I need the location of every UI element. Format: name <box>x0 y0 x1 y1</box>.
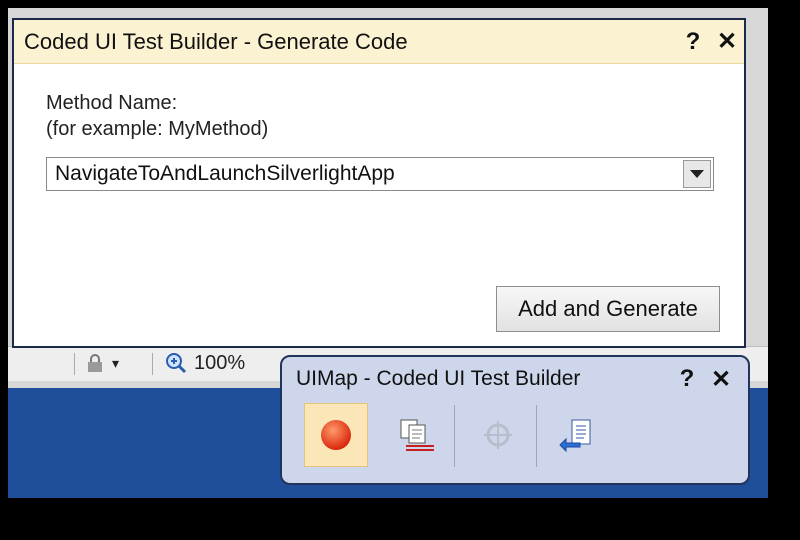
method-name-label: Method Name: <box>46 92 178 114</box>
add-and-generate-button[interactable]: Add and Generate <box>496 286 720 332</box>
status-separator <box>74 353 75 375</box>
record-icon <box>321 420 351 450</box>
zoom-control[interactable]: 100% <box>164 351 245 375</box>
zoom-magnifier-icon <box>166 353 187 374</box>
toolbar-separator <box>536 405 537 467</box>
method-name-combobox[interactable]: NavigateToAndLaunchSilverlightApp <box>46 157 714 191</box>
show-recorded-steps-icon <box>400 419 434 451</box>
status-separator <box>152 353 153 375</box>
method-name-input[interactable]: NavigateToAndLaunchSilverlightApp <box>55 162 395 186</box>
toolbar-close-button[interactable]: ✕ <box>704 365 738 394</box>
add-assertion-button[interactable] <box>466 403 530 467</box>
lock-icon <box>88 354 102 372</box>
chevron-down-icon <box>690 170 704 178</box>
help-button[interactable]: ? <box>676 28 710 56</box>
dialog-title-bar[interactable]: Coded UI Test Builder - Generate Code ? … <box>14 20 744 64</box>
zone-dropdown-arrow[interactable]: ▾ <box>112 355 119 372</box>
toolbar-title: UIMap - Coded UI Test Builder <box>296 367 581 390</box>
generate-code-icon <box>559 419 591 453</box>
generate-code-button[interactable] <box>546 403 610 467</box>
zoom-level: 100% <box>194 351 246 374</box>
security-zone[interactable]: ▾ <box>84 351 119 375</box>
record-button[interactable] <box>304 403 368 467</box>
combobox-dropdown-button[interactable] <box>683 160 711 188</box>
close-button[interactable]: ✕ <box>710 27 744 56</box>
show-recorded-steps-button[interactable] <box>386 403 450 467</box>
dialog-title: Coded UI Test Builder - Generate Code <box>24 28 408 54</box>
method-example-label: (for example: MyMethod) <box>46 118 269 140</box>
generate-code-dialog: Coded UI Test Builder - Generate Code ? … <box>12 18 746 348</box>
toolbar-help-button[interactable]: ? <box>670 365 704 394</box>
toolbar-separator <box>454 405 455 467</box>
crosshair-assertion-icon <box>484 421 512 449</box>
uimap-test-builder-toolbar: UIMap - Coded UI Test Builder ? ✕ <box>280 355 750 485</box>
